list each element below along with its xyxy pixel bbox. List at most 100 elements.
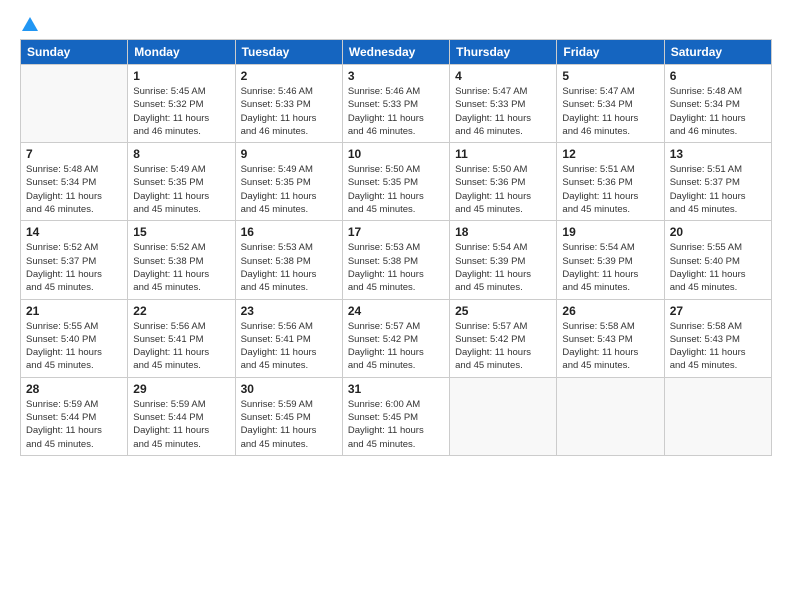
day-number: 11: [455, 147, 551, 161]
calendar-cell: 16 Sunrise: 5:53 AM Sunset: 5:38 PM Dayli…: [235, 221, 342, 299]
day-number: 31: [348, 382, 444, 396]
calendar-cell: 8 Sunrise: 5:49 AM Sunset: 5:35 PM Daylig…: [128, 143, 235, 221]
week-row-3: 14 Sunrise: 5:52 AM Sunset: 5:37 PM Dayli…: [21, 221, 772, 299]
day-info: Sunrise: 5:59 AM Sunset: 5:44 PM Dayligh…: [26, 398, 122, 451]
day-number: 16: [241, 225, 337, 239]
calendar-cell: 3 Sunrise: 5:46 AM Sunset: 5:33 PM Daylig…: [342, 65, 449, 143]
calendar-cell: 17 Sunrise: 5:53 AM Sunset: 5:38 PM Dayli…: [342, 221, 449, 299]
day-info: Sunrise: 5:55 AM Sunset: 5:40 PM Dayligh…: [670, 241, 766, 294]
calendar-cell: 27 Sunrise: 5:58 AM Sunset: 5:43 PM Dayli…: [664, 299, 771, 377]
weekday-header-friday: Friday: [557, 40, 664, 65]
day-number: 20: [670, 225, 766, 239]
day-number: 7: [26, 147, 122, 161]
day-info: Sunrise: 5:56 AM Sunset: 5:41 PM Dayligh…: [133, 320, 229, 373]
day-number: 2: [241, 69, 337, 83]
week-row-4: 21 Sunrise: 5:55 AM Sunset: 5:40 PM Dayli…: [21, 299, 772, 377]
calendar-cell: [664, 377, 771, 455]
day-info: Sunrise: 5:59 AM Sunset: 5:45 PM Dayligh…: [241, 398, 337, 451]
calendar-cell: 4Sunrise: 5:47 AM Sunset: 5:33 PM Daylig…: [450, 65, 557, 143]
day-info: Sunrise: 5:51 AM Sunset: 5:36 PM Dayligh…: [562, 163, 658, 216]
calendar-cell: [557, 377, 664, 455]
day-number: 22: [133, 304, 229, 318]
day-number: 28: [26, 382, 122, 396]
day-number: 5: [562, 69, 658, 83]
day-info: Sunrise: 5:47 AM Sunset: 5:33 PM Dayligh…: [455, 85, 551, 138]
day-number: 18: [455, 225, 551, 239]
day-number: 6: [670, 69, 766, 83]
day-number: 9: [241, 147, 337, 161]
day-info: Sunrise: 5:54 AM Sunset: 5:39 PM Dayligh…: [455, 241, 551, 294]
calendar-cell: 28 Sunrise: 5:59 AM Sunset: 5:44 PM Dayli…: [21, 377, 128, 455]
calendar-cell: 29Sunrise: 5:59 AM Sunset: 5:44 PM Dayli…: [128, 377, 235, 455]
calendar-cell: 24 Sunrise: 5:57 AM Sunset: 5:42 PM Dayli…: [342, 299, 449, 377]
day-number: 27: [670, 304, 766, 318]
day-number: 14: [26, 225, 122, 239]
weekday-header-row: SundayMondayTuesdayWednesdayThursdayFrid…: [21, 40, 772, 65]
weekday-header-monday: Monday: [128, 40, 235, 65]
calendar-cell: 5 Sunrise: 5:47 AM Sunset: 5:34 PM Daylig…: [557, 65, 664, 143]
calendar-cell: 6Sunrise: 5:48 AM Sunset: 5:34 PM Daylig…: [664, 65, 771, 143]
day-info: Sunrise: 5:57 AM Sunset: 5:42 PM Dayligh…: [348, 320, 444, 373]
day-number: 26: [562, 304, 658, 318]
day-info: Sunrise: 5:47 AM Sunset: 5:34 PM Dayligh…: [562, 85, 658, 138]
logo-icon: [21, 15, 39, 33]
calendar-cell: 18 Sunrise: 5:54 AM Sunset: 5:39 PM Dayli…: [450, 221, 557, 299]
day-number: 3: [348, 69, 444, 83]
week-row-2: 7Sunrise: 5:48 AM Sunset: 5:34 PM Daylig…: [21, 143, 772, 221]
day-info: Sunrise: 5:58 AM Sunset: 5:43 PM Dayligh…: [562, 320, 658, 373]
day-number: 30: [241, 382, 337, 396]
calendar-cell: 10Sunrise: 5:50 AM Sunset: 5:35 PM Dayli…: [342, 143, 449, 221]
day-number: 1: [133, 69, 229, 83]
calendar-cell: 20 Sunrise: 5:55 AM Sunset: 5:40 PM Dayli…: [664, 221, 771, 299]
day-info: Sunrise: 5:53 AM Sunset: 5:38 PM Dayligh…: [348, 241, 444, 294]
day-number: 10: [348, 147, 444, 161]
calendar-cell: [21, 65, 128, 143]
day-number: 15: [133, 225, 229, 239]
day-number: 13: [670, 147, 766, 161]
day-number: 19: [562, 225, 658, 239]
day-number: 8: [133, 147, 229, 161]
day-info: Sunrise: 5:52 AM Sunset: 5:38 PM Dayligh…: [133, 241, 229, 294]
day-info: Sunrise: 5:49 AM Sunset: 5:35 PM Dayligh…: [241, 163, 337, 216]
day-info: Sunrise: 5:46 AM Sunset: 5:33 PM Dayligh…: [241, 85, 337, 138]
weekday-header-wednesday: Wednesday: [342, 40, 449, 65]
day-info: Sunrise: 5:57 AM Sunset: 5:42 PM Dayligh…: [455, 320, 551, 373]
day-info: Sunrise: 5:58 AM Sunset: 5:43 PM Dayligh…: [670, 320, 766, 373]
calendar-cell: 25 Sunrise: 5:57 AM Sunset: 5:42 PM Dayli…: [450, 299, 557, 377]
day-number: 17: [348, 225, 444, 239]
weekday-header-saturday: Saturday: [664, 40, 771, 65]
calendar-cell: 13 Sunrise: 5:51 AM Sunset: 5:37 PM Dayli…: [664, 143, 771, 221]
weekday-header-tuesday: Tuesday: [235, 40, 342, 65]
weekday-header-sunday: Sunday: [21, 40, 128, 65]
day-number: 24: [348, 304, 444, 318]
calendar-cell: 22 Sunrise: 5:56 AM Sunset: 5:41 PM Dayli…: [128, 299, 235, 377]
day-info: Sunrise: 5:46 AM Sunset: 5:33 PM Dayligh…: [348, 85, 444, 138]
calendar-cell: 21 Sunrise: 5:55 AM Sunset: 5:40 PM Dayli…: [21, 299, 128, 377]
calendar-cell: 26 Sunrise: 5:58 AM Sunset: 5:43 PM Dayli…: [557, 299, 664, 377]
calendar-cell: 7Sunrise: 5:48 AM Sunset: 5:34 PM Daylig…: [21, 143, 128, 221]
day-info: Sunrise: 5:51 AM Sunset: 5:37 PM Dayligh…: [670, 163, 766, 216]
header: [20, 15, 772, 29]
calendar-table: SundayMondayTuesdayWednesdayThursdayFrid…: [20, 39, 772, 456]
day-info: Sunrise: 5:52 AM Sunset: 5:37 PM Dayligh…: [26, 241, 122, 294]
calendar-cell: 12Sunrise: 5:51 AM Sunset: 5:36 PM Dayli…: [557, 143, 664, 221]
day-number: 21: [26, 304, 122, 318]
calendar-cell: 9 Sunrise: 5:49 AM Sunset: 5:35 PM Daylig…: [235, 143, 342, 221]
calendar-cell: [450, 377, 557, 455]
calendar-cell: 11 Sunrise: 5:50 AM Sunset: 5:36 PM Dayli…: [450, 143, 557, 221]
day-info: Sunrise: 5:49 AM Sunset: 5:35 PM Dayligh…: [133, 163, 229, 216]
day-info: Sunrise: 5:53 AM Sunset: 5:38 PM Dayligh…: [241, 241, 337, 294]
calendar-cell: 15 Sunrise: 5:52 AM Sunset: 5:38 PM Dayli…: [128, 221, 235, 299]
calendar-cell: 30 Sunrise: 5:59 AM Sunset: 5:45 PM Dayli…: [235, 377, 342, 455]
day-info: Sunrise: 5:50 AM Sunset: 5:36 PM Dayligh…: [455, 163, 551, 216]
day-info: Sunrise: 6:00 AM Sunset: 5:45 PM Dayligh…: [348, 398, 444, 451]
day-number: 25: [455, 304, 551, 318]
logo: [20, 15, 40, 29]
day-number: 23: [241, 304, 337, 318]
day-info: Sunrise: 5:55 AM Sunset: 5:40 PM Dayligh…: [26, 320, 122, 373]
day-info: Sunrise: 5:45 AM Sunset: 5:32 PM Dayligh…: [133, 85, 229, 138]
week-row-5: 28 Sunrise: 5:59 AM Sunset: 5:44 PM Dayli…: [21, 377, 772, 455]
calendar-cell: 31 Sunrise: 6:00 AM Sunset: 5:45 PM Dayli…: [342, 377, 449, 455]
calendar-cell: 14 Sunrise: 5:52 AM Sunset: 5:37 PM Dayli…: [21, 221, 128, 299]
day-number: 29: [133, 382, 229, 396]
